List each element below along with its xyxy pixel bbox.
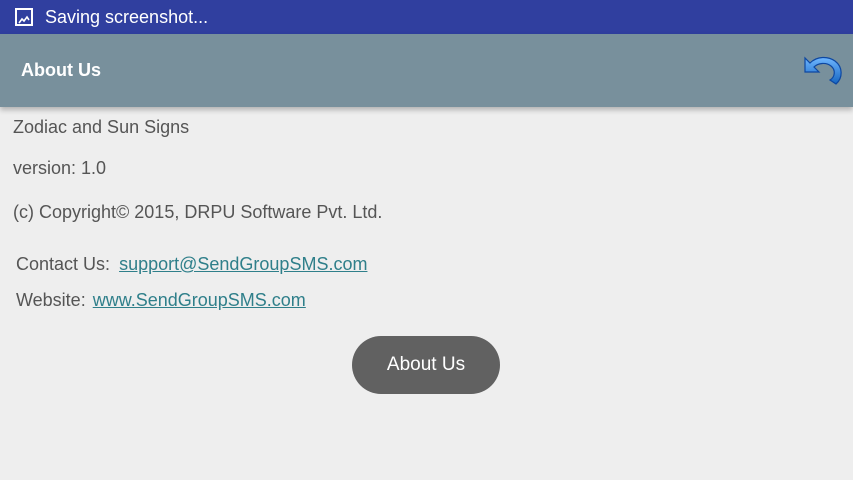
contact-email-link[interactable]: support@SendGroupSMS.com xyxy=(119,254,367,274)
status-bar: Saving screenshot... xyxy=(0,0,853,34)
image-icon xyxy=(15,8,33,26)
version-text: version: 1.0 xyxy=(13,158,107,178)
contact-row: Contact Us: support@SendGroupSMS.com xyxy=(16,254,367,275)
app-bar: About Us xyxy=(0,34,853,107)
website-row: Website: www.SendGroupSMS.com xyxy=(16,290,306,311)
back-button[interactable] xyxy=(801,50,845,90)
copyright-text: (c) Copyright© 2015, DRPU Software Pvt. … xyxy=(13,202,383,222)
about-us-button[interactable]: About Us xyxy=(352,336,500,394)
page-title: About Us xyxy=(21,60,101,80)
status-notification-text: Saving screenshot... xyxy=(45,6,209,27)
undo-arrow-icon xyxy=(804,56,842,85)
app-name: Zodiac and Sun Signs xyxy=(13,117,190,137)
website-link[interactable]: www.SendGroupSMS.com xyxy=(93,290,306,310)
contact-label: Contact Us: xyxy=(16,254,111,274)
website-label: Website: xyxy=(16,290,86,310)
